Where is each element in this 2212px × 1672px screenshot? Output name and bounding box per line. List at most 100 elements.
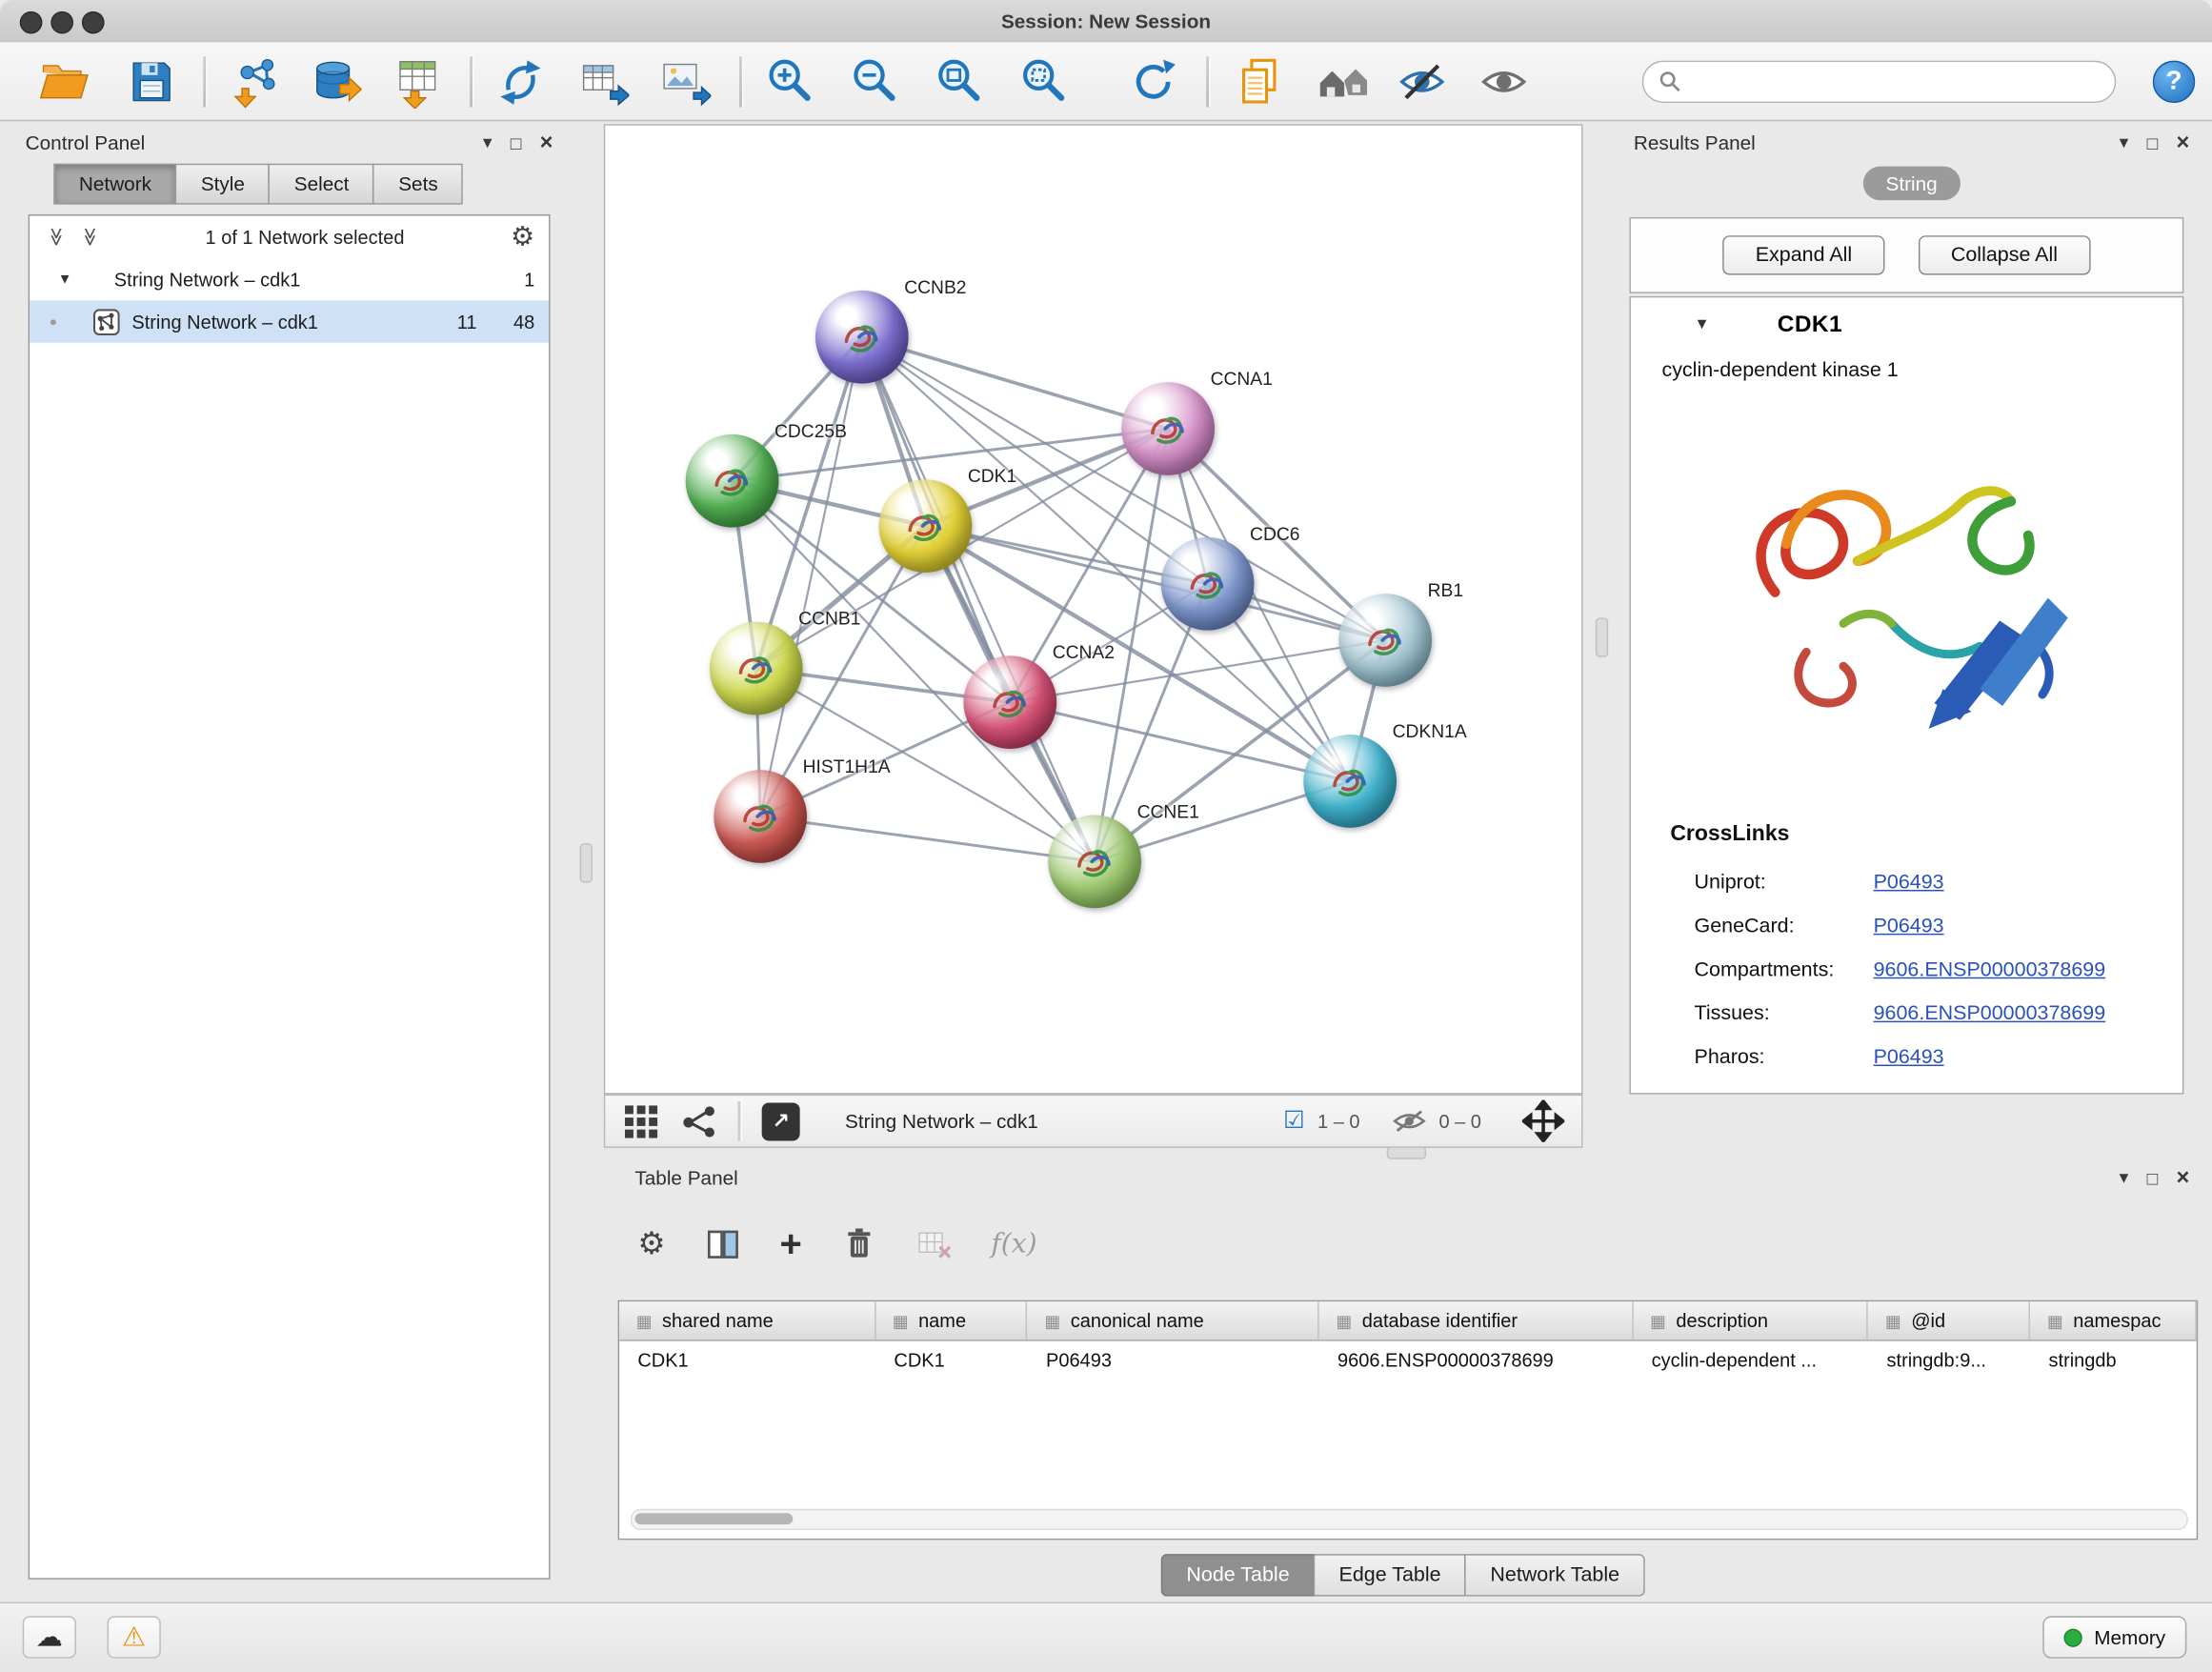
zoom-out-icon[interactable] bbox=[848, 54, 901, 108]
delete-column-icon[interactable] bbox=[840, 1225, 877, 1261]
column-header-shared-name[interactable]: ▦shared name bbox=[619, 1301, 875, 1340]
panel-menu-icon[interactable]: ▾ bbox=[2120, 131, 2129, 154]
network-node-hist1h1a[interactable] bbox=[714, 770, 807, 863]
tab-edge-table[interactable]: Edge Table bbox=[1314, 1554, 1466, 1596]
left-splitter-handle[interactable] bbox=[580, 843, 593, 882]
zoom-selected-icon[interactable] bbox=[1017, 54, 1071, 108]
function-builder-icon[interactable]: f(x) bbox=[991, 1228, 1036, 1259]
new-network-icon[interactable] bbox=[493, 54, 547, 108]
window-zoom-button[interactable] bbox=[82, 11, 105, 34]
crosslink-link-tissues[interactable]: 9606.ENSP00000378699 bbox=[1874, 1002, 2106, 1025]
tab-network[interactable]: Network bbox=[53, 164, 176, 205]
import-network-database-icon[interactable] bbox=[309, 54, 362, 108]
save-session-icon[interactable] bbox=[124, 54, 177, 108]
cell-description[interactable]: cyclin-dependent ... bbox=[1633, 1341, 1868, 1380]
home-icon[interactable] bbox=[1315, 54, 1368, 108]
crosslink-link-compartments[interactable]: 9606.ENSP00000378699 bbox=[1874, 958, 2106, 981]
tab-select[interactable]: Select bbox=[269, 164, 374, 205]
network-node-ccnb2[interactable] bbox=[815, 291, 909, 384]
import-network-file-icon[interactable] bbox=[230, 54, 283, 108]
memory-button[interactable]: Memory bbox=[2043, 1616, 2186, 1658]
zoom-in-icon[interactable] bbox=[763, 54, 816, 108]
column-header-id[interactable]: ▦@id bbox=[1868, 1301, 2030, 1340]
network-node-ccnb1[interactable] bbox=[710, 622, 803, 715]
columns-icon[interactable] bbox=[704, 1225, 742, 1263]
export-table-icon[interactable] bbox=[575, 54, 629, 108]
import-table-icon[interactable] bbox=[391, 54, 444, 108]
zoom-fit-icon[interactable] bbox=[933, 54, 986, 108]
copy-document-icon[interactable] bbox=[1233, 54, 1286, 108]
panel-menu-icon[interactable]: ▾ bbox=[483, 131, 493, 154]
tab-style[interactable]: Style bbox=[175, 164, 270, 205]
search-input[interactable] bbox=[1683, 63, 2115, 99]
network-collection-row[interactable]: ▼ String Network – cdk1 1 bbox=[30, 258, 549, 300]
open-session-icon[interactable] bbox=[37, 54, 90, 108]
network-overview-icon[interactable] bbox=[680, 1102, 718, 1140]
collapse-gene-icon[interactable]: ▼ bbox=[1695, 316, 1710, 333]
panel-close-icon[interactable]: × bbox=[2176, 133, 2189, 151]
cell-shared-name[interactable]: CDK1 bbox=[619, 1341, 875, 1380]
network-node-rb1[interactable] bbox=[1338, 594, 1432, 687]
network-node-cdc6[interactable] bbox=[1161, 537, 1255, 631]
birds-eye-view-icon[interactable] bbox=[622, 1102, 660, 1140]
gear-icon[interactable]: ⚙ bbox=[511, 221, 534, 253]
network-node-ccna1[interactable] bbox=[1121, 382, 1215, 475]
column-header-canonical-name[interactable]: ▦canonical name bbox=[1028, 1301, 1319, 1340]
cell-canonical-name[interactable]: P06493 bbox=[1028, 1341, 1319, 1380]
column-header-database-identifier[interactable]: ▦database identifier bbox=[1319, 1301, 1634, 1340]
column-header-namespace[interactable]: ▦namespac bbox=[2030, 1301, 2196, 1340]
window-close-button[interactable] bbox=[20, 11, 43, 34]
panel-close-icon[interactable]: × bbox=[2176, 1168, 2189, 1186]
eye-slash-icon[interactable] bbox=[1397, 54, 1450, 108]
window-minimize-button[interactable] bbox=[50, 11, 73, 34]
gene-header-row[interactable]: ▼ CDK1 bbox=[1631, 297, 2182, 351]
crosslink-link-genecard[interactable]: P06493 bbox=[1874, 915, 1944, 937]
tab-network-table[interactable]: Network Table bbox=[1465, 1554, 1645, 1596]
network-node-cdkn1a[interactable] bbox=[1303, 735, 1397, 828]
add-column-icon[interactable]: + bbox=[780, 1225, 802, 1263]
table-settings-icon[interactable]: ⚙ bbox=[637, 1225, 665, 1261]
horizontal-scrollbar[interactable] bbox=[631, 1509, 2188, 1530]
export-image-icon[interactable] bbox=[657, 54, 711, 108]
collapse-all-networks-icon[interactable]: ≫ bbox=[45, 228, 68, 247]
help-button[interactable]: ? bbox=[2153, 60, 2195, 102]
crosslink-link-uniprot[interactable]: P06493 bbox=[1874, 871, 1944, 894]
delete-table-icon[interactable] bbox=[915, 1225, 953, 1263]
pan-tool-icon[interactable] bbox=[1522, 1100, 1564, 1142]
cell-id[interactable]: stringdb:9... bbox=[1868, 1341, 2030, 1380]
network-node-cdc25b[interactable] bbox=[686, 434, 779, 528]
cell-database-identifier[interactable]: 9606.ENSP00000378699 bbox=[1319, 1341, 1634, 1380]
warning-button[interactable]: ⚠ bbox=[108, 1616, 161, 1658]
open-in-new-icon[interactable]: ↗ bbox=[762, 1102, 800, 1140]
crosslink-link-pharos[interactable]: P06493 bbox=[1874, 1046, 1944, 1069]
cell-namespace[interactable]: stringdb bbox=[2030, 1341, 2196, 1380]
expand-all-button[interactable]: Expand All bbox=[1723, 235, 1885, 274]
cell-name[interactable]: CDK1 bbox=[875, 1341, 1028, 1380]
bottom-splitter-handle[interactable] bbox=[1387, 1146, 1426, 1158]
network-row[interactable]: ● String Network – cdk1 11 48 bbox=[30, 300, 549, 342]
table-row[interactable]: CDK1 CDK1 P06493 9606.ENSP00000378699 cy… bbox=[619, 1341, 2197, 1380]
collapse-all-button[interactable]: Collapse All bbox=[1919, 235, 2090, 274]
cloud-button[interactable]: ☁ bbox=[23, 1616, 76, 1658]
panel-float-icon[interactable]: □ bbox=[511, 131, 522, 152]
network-canvas[interactable]: CCNB2CCNA1CDC25BCDK1CDC6RB1CCNB1CCNA2CDK… bbox=[604, 124, 1583, 1094]
panel-menu-icon[interactable]: ▾ bbox=[2120, 1166, 2129, 1189]
panel-close-icon[interactable]: × bbox=[540, 133, 553, 151]
network-node-ccna2[interactable] bbox=[963, 655, 1056, 749]
expand-all-networks-icon[interactable]: ≪ bbox=[78, 228, 101, 247]
tab-node-table[interactable]: Node Table bbox=[1161, 1554, 1316, 1596]
panel-float-icon[interactable]: □ bbox=[2147, 1167, 2159, 1188]
search-box[interactable] bbox=[1642, 60, 2117, 102]
column-header-name[interactable]: ▦name bbox=[875, 1301, 1028, 1340]
network-node-cdk1[interactable] bbox=[879, 479, 973, 573]
network-node-ccne1[interactable] bbox=[1048, 816, 1141, 909]
scrollbar-thumb[interactable] bbox=[634, 1512, 793, 1523]
refresh-icon[interactable] bbox=[1127, 54, 1180, 108]
right-splitter-handle[interactable] bbox=[1596, 617, 1608, 656]
eye-icon[interactable] bbox=[1478, 54, 1532, 108]
string-tab[interactable]: String bbox=[1863, 167, 1961, 201]
disclosure-triangle-icon[interactable]: ▼ bbox=[58, 272, 72, 287]
tab-sets[interactable]: Sets bbox=[373, 164, 464, 205]
column-header-description[interactable]: ▦description bbox=[1633, 1301, 1868, 1340]
panel-float-icon[interactable]: □ bbox=[2147, 131, 2159, 152]
